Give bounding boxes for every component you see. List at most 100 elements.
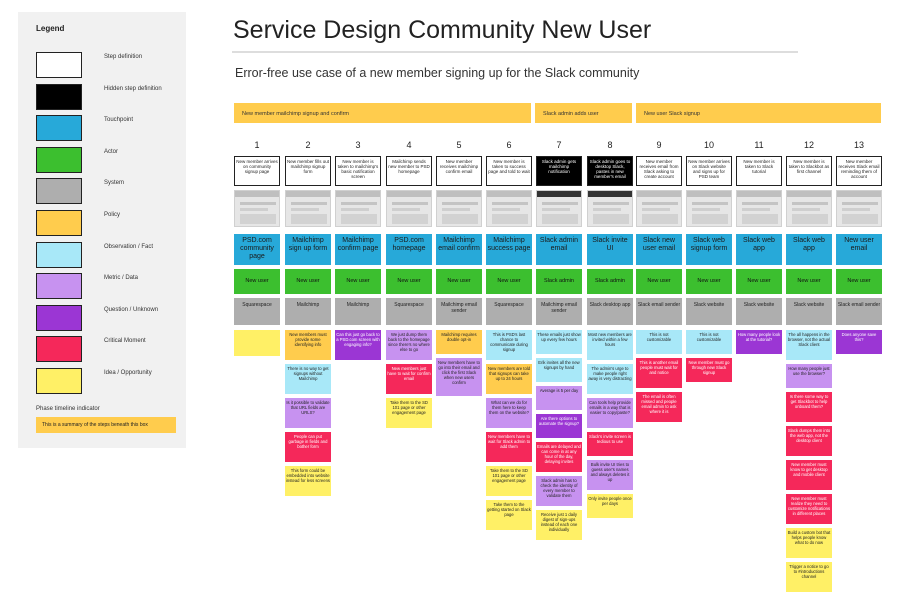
legend-phase-sample: This is a summary of the steps beneath t… — [36, 417, 176, 433]
idea-note: Trigger a notice to go to #introductions… — [786, 562, 832, 592]
hidden-step-definition: Slack admin gets mailchimp notification — [536, 156, 582, 186]
legend-label: Observation / Fact — [104, 243, 154, 250]
legend-swatch — [36, 368, 82, 394]
touchpoint-card[interactable]: Mailchimp email confirm — [436, 234, 482, 265]
actor-card: Slack admin — [587, 269, 633, 294]
legend-item: Critical Moment — [36, 336, 186, 366]
actor-card: Slack admin — [536, 269, 582, 294]
idea-note: Only invite people once per days — [587, 494, 633, 518]
step-number: 12 — [803, 140, 814, 150]
critical-note: Emails are delayed and can come in at an… — [536, 442, 582, 472]
touchpoint-card[interactable]: Slack web app — [786, 234, 832, 265]
step-definition: New member receives Slack email remindin… — [836, 156, 882, 186]
observation-note: There is no way to get signups without M… — [285, 364, 331, 394]
legend-swatch — [36, 336, 82, 363]
policy-note: New members must provide some identifyin… — [285, 330, 331, 360]
critical-note: Slack's invite screen is tedious to use — [587, 432, 633, 456]
touchpoint-card[interactable]: New user email — [836, 234, 882, 265]
idea-note: This form could be embedded into website… — [285, 466, 331, 496]
actor-card: New user — [285, 269, 331, 294]
step-number: 8 — [607, 140, 613, 150]
legend-label: Question / Unknown — [104, 306, 159, 313]
note-stack: This is not customizable New member must … — [686, 330, 732, 386]
step-definition: New member receives email from Slack ask… — [636, 156, 682, 186]
critical-note: New member must realize they need to cus… — [786, 494, 832, 524]
question-note: Can this just go back to a PSD.com scree… — [335, 330, 381, 360]
touchpoint-card[interactable]: Mailchimp success page — [486, 234, 532, 265]
touchpoint-screenshot — [335, 190, 381, 227]
legend-label: Metric / Data — [104, 275, 139, 282]
actor-card: New user — [836, 269, 882, 294]
actor-card: New user — [736, 269, 782, 294]
metric-note: New members have to go into their email … — [436, 358, 482, 396]
system-card: Slack email sender — [636, 298, 682, 325]
actor-card: New user — [786, 269, 832, 294]
system-card: Mailchimp email sender — [436, 298, 482, 325]
note-stack: We just dump them back to the homepage s… — [386, 330, 432, 432]
observation-note: The all happens in the browser, not the … — [786, 330, 832, 360]
legend-item: Step definition — [36, 52, 186, 82]
legend-swatch — [36, 273, 82, 300]
touchpoint-screenshot — [786, 190, 832, 227]
note-stack: These emails just show up every few hour… — [536, 330, 582, 544]
metric-note: Slack admin has to check the identity of… — [536, 476, 582, 506]
touchpoint-card[interactable]: Slack new user email — [636, 234, 682, 265]
idea-note: Receive just 1 daily digest of sign-ups … — [536, 510, 582, 540]
touchpoint-screenshot — [536, 190, 582, 227]
step-number: 4 — [406, 140, 412, 150]
touchpoint-card[interactable]: Slack web app — [736, 234, 782, 265]
legend-title: Legend — [36, 24, 65, 33]
legend-item: Actor — [36, 146, 186, 177]
touchpoint-card[interactable]: Slack web signup form — [686, 234, 732, 265]
system-card: Squarespace — [386, 298, 432, 325]
observation-note: This is not customizable — [686, 330, 732, 354]
system-card: Mailchimp — [335, 298, 381, 325]
idea-note: Take them to the SD 101 page or other en… — [386, 398, 432, 428]
actor-card: New user — [335, 269, 381, 294]
legend-item: Idea / Opportunity — [36, 368, 186, 398]
legend-item: Touchpoint — [36, 115, 186, 145]
touchpoint-card[interactable]: Slack invite UI — [587, 234, 633, 265]
phase-bar-signup: New member mailchimp signup and confirm — [234, 103, 531, 123]
question-note: How many people look at the tutorial? — [736, 330, 782, 354]
note-stack: Most new members are invited within a fe… — [587, 330, 633, 522]
legend-swatch — [36, 178, 82, 205]
legend-label: Touchpoint — [104, 117, 134, 124]
legend-label: Idea / Opportunity — [104, 370, 152, 376]
observation-note: Most new members are invited within a fe… — [587, 330, 633, 360]
touchpoint-card[interactable]: PSD.com homepage — [386, 234, 432, 265]
critical-note: Slack dumps them into the web app, not t… — [786, 426, 832, 456]
touchpoint-card[interactable]: Mailchimp sign up form — [285, 234, 331, 265]
actor-card: New user — [686, 269, 732, 294]
observation-note: The admin's urge to make people right aw… — [587, 364, 633, 394]
question-note: Are there options to automate the signup… — [536, 414, 582, 438]
legend-label: Policy — [104, 212, 121, 218]
critical-note: The email is often missed and people ema… — [636, 392, 682, 422]
legend-label: Hidden step definition — [104, 85, 162, 92]
metric-note: Is it possible to validate that URL fiel… — [285, 398, 331, 428]
policy-note: Mailchimp requires double opt-in — [436, 330, 482, 354]
step-definition: New member fills out mailchimp signup fo… — [285, 156, 331, 186]
step-definition: New member arrives on Slack website and … — [686, 156, 732, 186]
legend-swatch — [36, 52, 82, 78]
idea-note: Build a custom bot that helps people kno… — [786, 528, 832, 558]
touchpoint-card[interactable]: PSD.com community page — [234, 234, 280, 265]
legend-item: Observation / Fact — [36, 241, 186, 272]
step-definition: New member receives mailchimp confirm em… — [436, 156, 482, 186]
legend-swatch — [36, 210, 82, 236]
touchpoint-screenshot — [436, 190, 482, 227]
metric-note: Average is 5 per day — [536, 386, 582, 410]
step-number: 6 — [506, 140, 512, 150]
touchpoint-card[interactable]: Mailchimp confirm page — [335, 234, 381, 265]
actor-card: New user — [386, 269, 432, 294]
note-stack: Mailchimp requires double opt-in New memb… — [436, 330, 482, 400]
critical-note: New member must go through new Slack sig… — [686, 358, 732, 382]
critical-note: New members have to wait for Slack admin… — [486, 432, 532, 462]
note-stack: This is not customizable This is another … — [636, 330, 682, 426]
legend-panel: Legend Step definition Hidden step defini… — [18, 12, 186, 448]
touchpoint-card[interactable]: Slack admin email — [536, 234, 582, 265]
touchpoint-screenshot — [386, 190, 432, 227]
legend-item: Hidden step definition — [36, 83, 186, 114]
touchpoint-screenshot — [736, 190, 782, 227]
metric-note: We just dump them back to the homepage s… — [386, 330, 432, 360]
